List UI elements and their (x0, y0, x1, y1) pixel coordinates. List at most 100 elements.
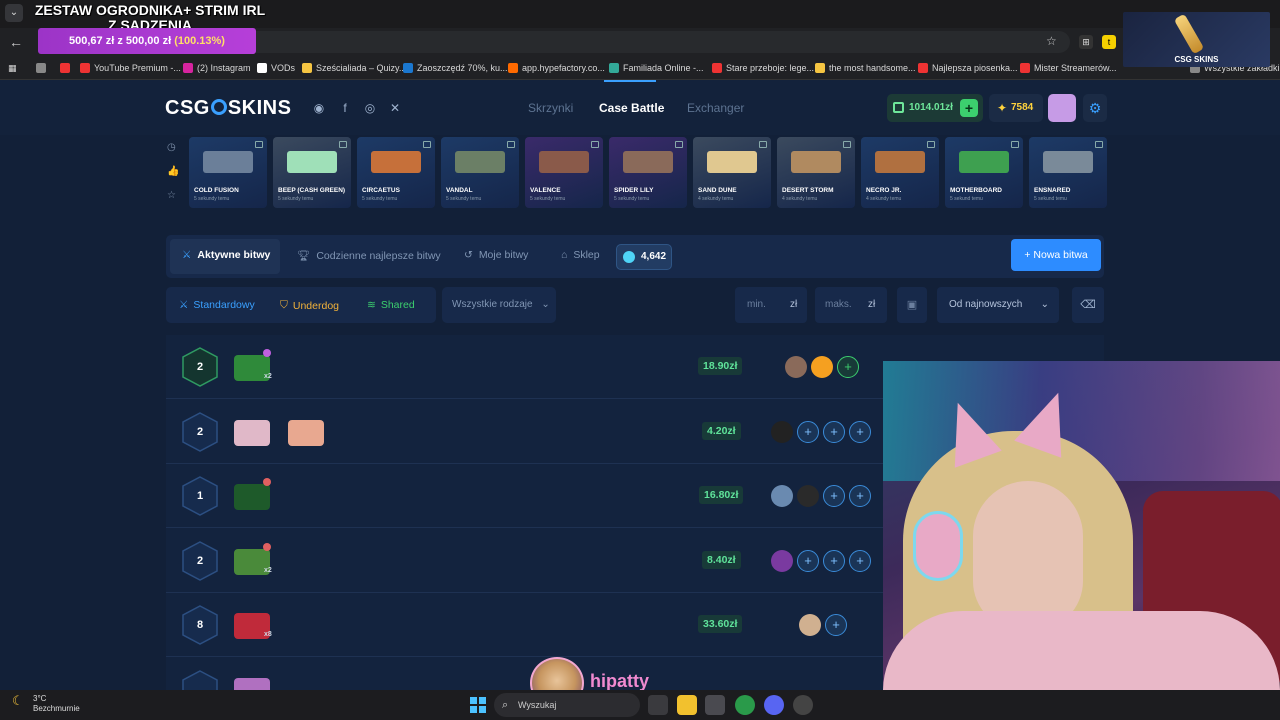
tab-my-battles[interactable]: ↺ Moje bitwy (464, 249, 528, 261)
live-drop-card[interactable]: NECRO JR. 4 sekundy temu (861, 137, 939, 208)
start-windows-icon[interactable] (470, 697, 486, 713)
live-drop-card[interactable]: DESERT STORM 4 sekundy temu (777, 137, 855, 208)
nav-case-battle[interactable]: Case Battle (599, 101, 664, 115)
live-drop-card[interactable]: VANDAL 5 sekundy temu (441, 137, 519, 208)
nav-skrzynki[interactable]: Skrzynki (528, 101, 573, 115)
player-avatar[interactable] (771, 550, 793, 572)
player-avatar[interactable] (771, 485, 793, 507)
rounds-hexagon: 2 (182, 541, 218, 581)
sort-icon[interactable]: ▣ (897, 287, 927, 323)
site-logo[interactable]: CSG SKINS (165, 97, 291, 120)
tab-search-icon[interactable]: ⌄ (5, 4, 23, 22)
join-slot-plus-icon[interactable]: + (849, 485, 871, 507)
nav-exchanger[interactable]: Exchanger (687, 101, 744, 115)
battle-price: 18.90zł (698, 357, 743, 375)
max-price-input[interactable]: maks. zł (815, 287, 887, 323)
player-avatar[interactable] (811, 356, 833, 378)
live-drop-card[interactable]: MOTHERBOARD 5 sekund temu (945, 137, 1023, 208)
mode-shared[interactable]: ≋ Shared (367, 299, 415, 311)
deposit-button[interactable]: + (960, 99, 978, 117)
bookmark-star-icon[interactable]: ☆ (1046, 34, 1057, 48)
goal-progress-bar: 500,67 zł z 500,00 zł (100.13%) (38, 28, 256, 54)
join-slot-plus-icon[interactable]: + (837, 356, 859, 378)
inspect-icon (927, 141, 935, 148)
new-battle-button[interactable]: + Nowa bitwa (1011, 239, 1101, 271)
player-avatar[interactable] (799, 614, 821, 636)
bookmark-item[interactable]: Familiada Online -... (609, 61, 704, 75)
bookmark-item[interactable] (60, 61, 74, 75)
join-slot-plus-icon[interactable]: + (797, 421, 819, 443)
live-drop-card[interactable]: SAND DUNE 4 sekundy temu (693, 137, 771, 208)
task-view-icon[interactable] (648, 695, 668, 715)
mode-underdog[interactable]: ⛉ Underdog (280, 299, 339, 312)
tab-daily-best[interactable]: 🏆︎ Codzienne najlepsze bitwy (297, 249, 441, 263)
coins-display[interactable]: ✦ 7584 (989, 94, 1043, 122)
discord-icon[interactable]: ◉ (312, 101, 326, 115)
bookmark-item[interactable]: Sześcialiada – Quizy... (302, 61, 406, 75)
best-drops-star-icon[interactable]: ☆ (167, 190, 179, 202)
bookmark-item[interactable]: Mister Streamerów... (1020, 61, 1117, 75)
tab-shop[interactable]: ⌂ Sklep (561, 249, 600, 261)
bookmark-label: Stare przeboje: lege... (726, 63, 815, 73)
live-drop-card[interactable]: ENSNARED 5 sekund temu (1029, 137, 1107, 208)
live-drop-card[interactable]: CIRCAETUS 5 sekundy temu (357, 137, 435, 208)
rounds-hexagon (182, 670, 218, 690)
apps-icon[interactable]: ▦ (8, 61, 17, 75)
live-drop-card[interactable]: VALENCE 5 sekundy temu (525, 137, 603, 208)
instagram-icon[interactable]: ◎ (363, 101, 377, 115)
app-icon[interactable] (793, 695, 813, 715)
live-drop-card[interactable]: BEEP (CASH GREEN) 5 sekundy temu (273, 137, 351, 208)
store-icon[interactable] (705, 695, 725, 715)
extension-icon[interactable]: t (1102, 35, 1116, 49)
player-avatar[interactable] (771, 421, 793, 443)
recent-drops-clock-icon[interactable]: ◷ (167, 142, 179, 154)
facebook-icon[interactable]: f (338, 101, 352, 115)
back-icon[interactable]: ← (9, 34, 23, 50)
bookmark-item[interactable] (36, 61, 50, 75)
bookmark-item[interactable]: the most handsome... (815, 61, 916, 75)
settings-gear-icon[interactable]: ⚙ (1083, 94, 1107, 122)
file-explorer-icon[interactable] (677, 695, 697, 715)
join-slot-plus-icon[interactable]: + (849, 421, 871, 443)
sort-select[interactable]: Od najnowszych ⌄ (937, 287, 1059, 323)
coins-value: 7584 (1011, 102, 1034, 113)
logo-ring-icon (210, 99, 227, 115)
bookmark-item[interactable]: YouTube Premium -... (80, 61, 181, 75)
tab-active-battles[interactable]: ⚔ Aktywne bitwy (182, 249, 270, 261)
x-icon[interactable]: ✕ (388, 101, 402, 115)
clear-filters-eraser-icon[interactable]: ⌫ (1072, 287, 1104, 323)
gems-balance[interactable]: 4,642 (616, 244, 672, 270)
player-avatar[interactable] (797, 485, 819, 507)
user-avatar[interactable] (1048, 94, 1076, 122)
bookmark-item[interactable]: VODs (257, 61, 295, 75)
taskbar-search[interactable]: ⌕ Wyszukaj (494, 693, 640, 717)
join-slot-plus-icon[interactable]: + (849, 550, 871, 572)
skin-name: VALENCE (530, 187, 561, 194)
max-placeholder: maks. (825, 299, 852, 310)
join-slot-plus-icon[interactable]: + (823, 485, 845, 507)
join-slot-plus-icon[interactable]: + (825, 614, 847, 636)
chrome-icon[interactable] (735, 695, 755, 715)
top-drops-thumb-icon[interactable]: 👍 (167, 166, 179, 178)
bookmark-item[interactable]: Zaoszczędź 70%, ku... (403, 61, 508, 75)
bookmark-favicon-icon (508, 63, 518, 73)
player-avatar[interactable] (785, 356, 807, 378)
history-icon: ↺ (464, 249, 473, 261)
min-price-input[interactable]: min. zł (735, 287, 807, 323)
extension-icon[interactable]: ⊞ (1079, 35, 1093, 49)
battle-type-select[interactable]: Wszystkie rodzaje ⌄ (442, 287, 556, 323)
bookmark-item[interactable]: Najlepsza piosenka... (918, 61, 1018, 75)
discord-app-icon[interactable] (764, 695, 784, 715)
bookmark-item[interactable]: Stare przeboje: lege... (712, 61, 814, 75)
join-slot-plus-icon[interactable]: + (797, 550, 819, 572)
live-drop-card[interactable]: COLD FUSION 5 sekundy temu (189, 137, 267, 208)
join-slot-plus-icon[interactable]: + (823, 550, 845, 572)
live-drop-card[interactable]: SPIDER LILY 5 sekundy temu (609, 137, 687, 208)
bookmark-item[interactable]: app.hypefactory.co... (508, 61, 605, 75)
join-slot-plus-icon[interactable]: + (823, 421, 845, 443)
mode-standard[interactable]: ⚔ Standardowy (179, 299, 255, 311)
inspect-icon (1011, 141, 1019, 148)
balance-display[interactable]: 1014.01zł + (887, 94, 983, 122)
goal-separator: z (117, 35, 123, 47)
bookmark-item[interactable]: (2) Instagram (183, 61, 251, 75)
